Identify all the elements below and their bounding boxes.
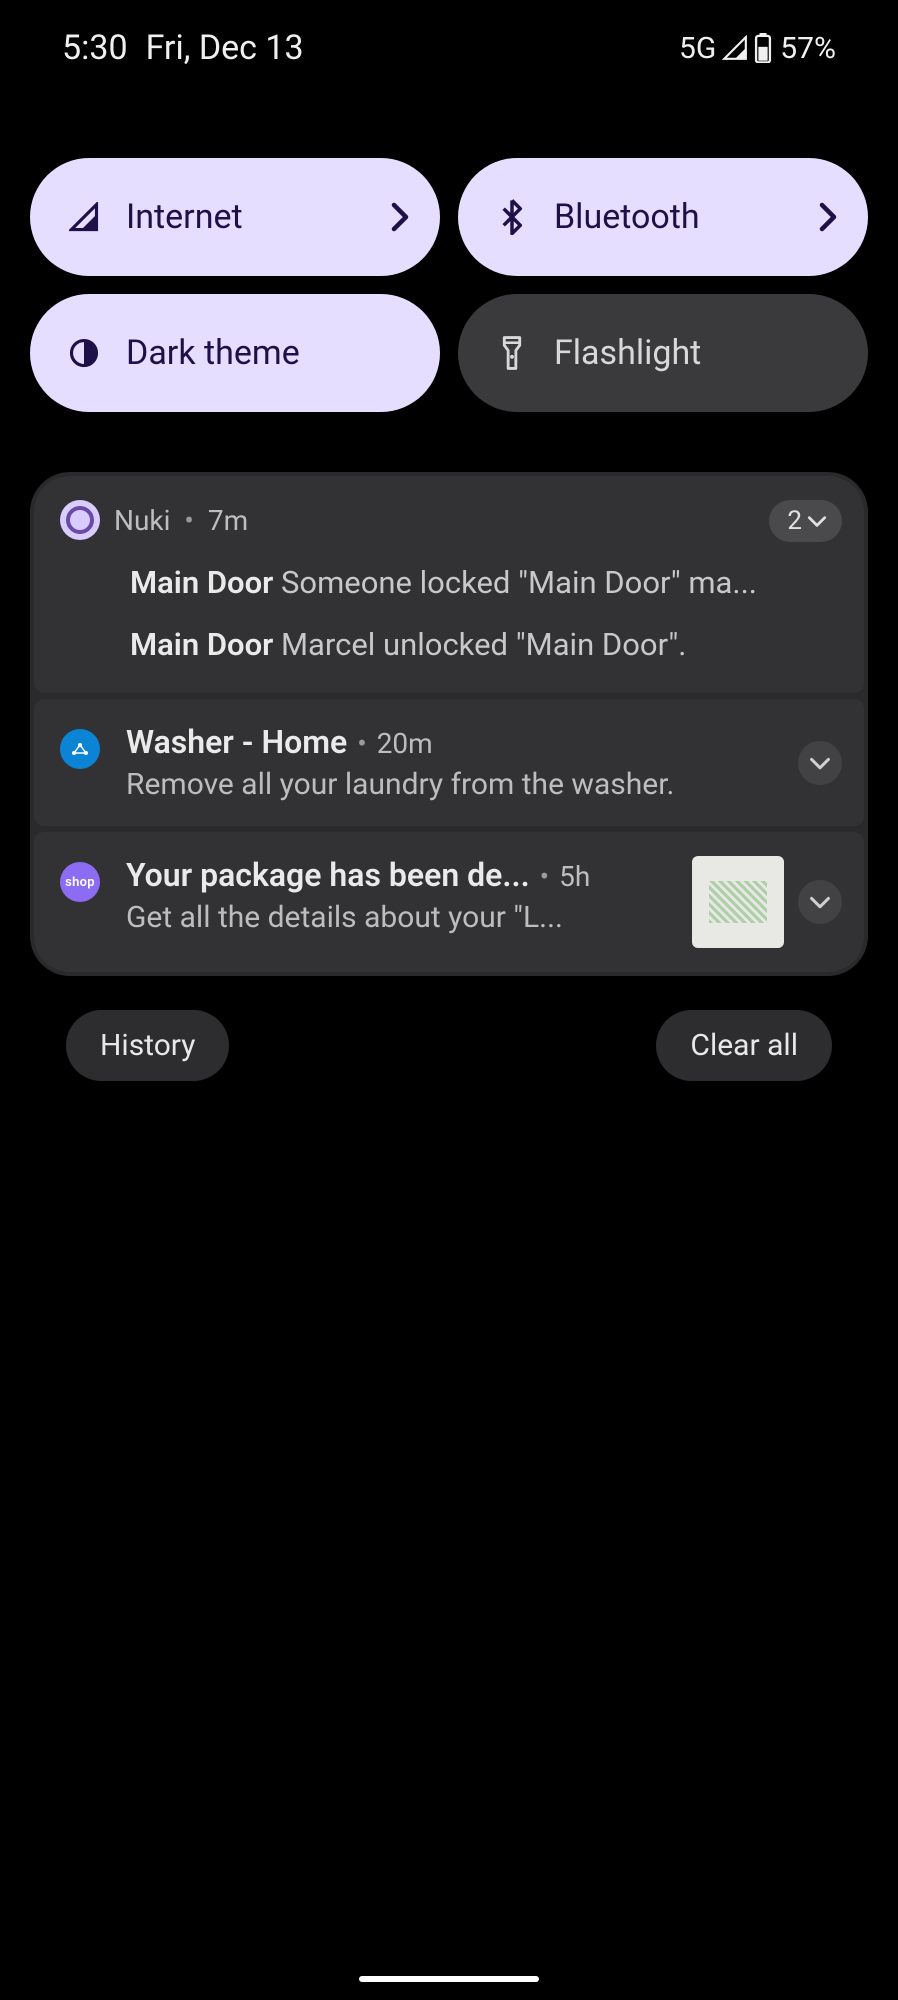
chevron-down-icon (806, 510, 828, 532)
chevron-right-icon (390, 202, 410, 232)
bluetooth-icon (494, 199, 530, 235)
expand-button[interactable] (798, 880, 842, 924)
notification-time: 7m (208, 504, 248, 537)
qs-internet[interactable]: Internet (30, 158, 440, 276)
history-button[interactable]: History (66, 1010, 229, 1081)
nav-handle[interactable] (359, 1976, 539, 1982)
qs-bluetooth[interactable]: Bluetooth (458, 158, 868, 276)
notification-time: 5h (559, 860, 590, 893)
qs-flashlight[interactable]: Flashlight (458, 294, 868, 412)
network-label: 5G (679, 31, 716, 66)
status-time: 5:30 (62, 28, 128, 68)
flashlight-icon (494, 335, 530, 371)
notification-count: 2 (787, 506, 802, 536)
quick-settings: Internet Bluetooth Dark theme Flashlight (0, 78, 898, 412)
signal-icon (66, 202, 102, 232)
dark-theme-icon (66, 338, 102, 368)
clear-all-button[interactable]: Clear all (656, 1010, 832, 1081)
notification-line: Main Door Someone locked "Main Door" ma.… (130, 558, 838, 608)
dot-separator: • (184, 504, 193, 537)
battery-icon (754, 33, 772, 63)
home-app-icon (60, 729, 100, 769)
shop-app-icon: shop (60, 862, 100, 902)
qs-label: Bluetooth (554, 197, 794, 237)
notification-time: 20m (377, 727, 433, 760)
dot-separator: • (357, 727, 366, 760)
status-left: 5:30 Fri, Dec 13 (62, 28, 304, 68)
notification-title: Your package has been de... (126, 856, 530, 894)
notification-title: Washer - Home (126, 723, 347, 761)
notification-package[interactable]: shop Your package has been de... • 5h Ge… (34, 832, 864, 972)
status-right: 5G 57% (679, 31, 836, 66)
status-date: Fri, Dec 13 (146, 28, 304, 68)
chevron-right-icon (818, 202, 838, 232)
notification-actions: History Clear all (0, 976, 898, 1081)
notification-washer[interactable]: Washer - Home • 20m Remove all your laun… (34, 699, 864, 826)
battery-percent: 57% (780, 31, 836, 66)
expand-button[interactable] (798, 741, 842, 785)
qs-dark-theme[interactable]: Dark theme (30, 294, 440, 412)
qs-label: Internet (126, 197, 366, 237)
signal-icon (722, 35, 748, 61)
notification-app-name: Nuki (114, 504, 170, 537)
notification-thumbnail (692, 856, 784, 948)
chevron-down-icon (808, 755, 832, 771)
notification-line: Main Door Marcel unlocked "Main Door". (130, 620, 838, 670)
status-bar: 5:30 Fri, Dec 13 5G 57% (0, 0, 898, 78)
notification-count-chip[interactable]: 2 (769, 500, 842, 542)
qs-label: Dark theme (126, 333, 410, 373)
notification-nuki[interactable]: Nuki • 7m 2 Main Door Someone locked "Ma… (34, 476, 864, 693)
qs-label: Flashlight (554, 333, 838, 373)
notification-list: Nuki • 7m 2 Main Door Someone locked "Ma… (30, 472, 868, 976)
chevron-down-icon (808, 894, 832, 910)
dot-separator: • (540, 860, 549, 893)
nuki-app-icon (60, 500, 100, 540)
notification-body: Get all the details about your "L... (126, 900, 666, 935)
notification-body: Remove all your laundry from the washer. (126, 767, 838, 802)
